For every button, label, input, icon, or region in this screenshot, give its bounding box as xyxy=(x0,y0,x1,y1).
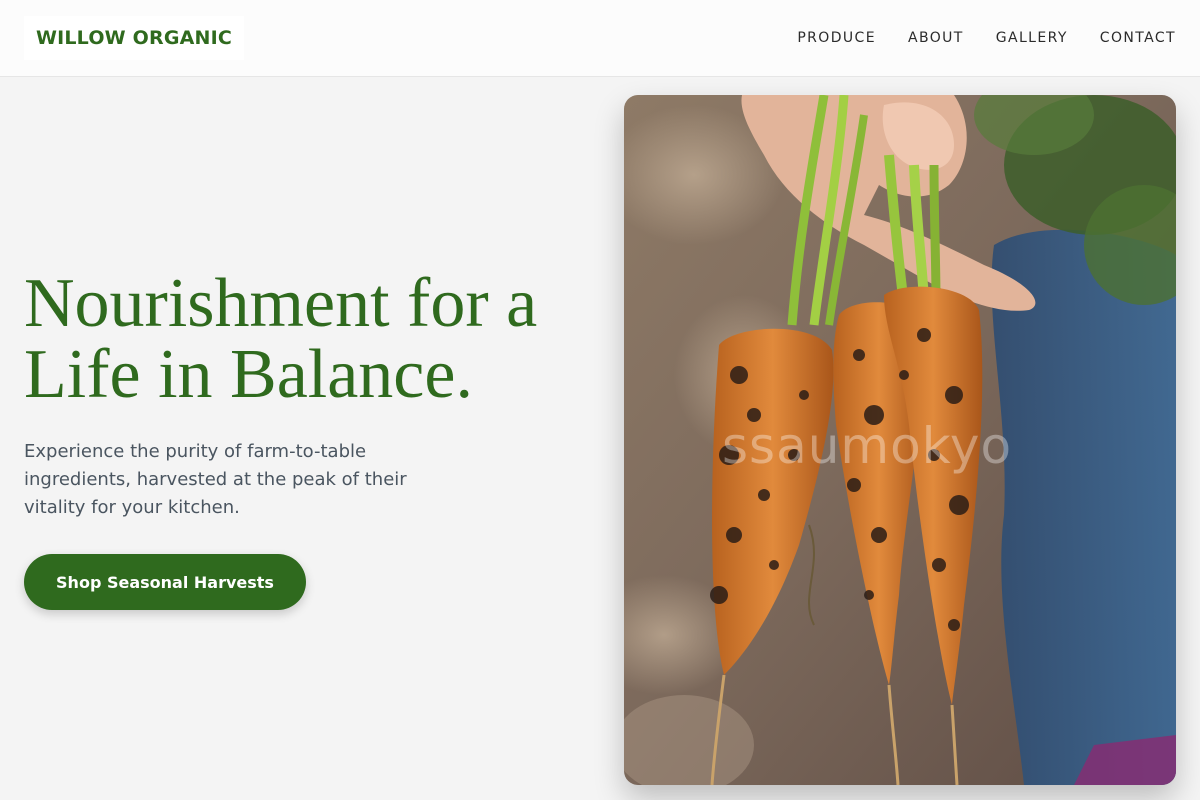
nav-link-gallery[interactable]: GALLERY xyxy=(996,30,1068,46)
hero-subtitle: Experience the purity of farm-to-table i… xyxy=(24,441,407,518)
hero-title: Nourishment for a Life in Balance. xyxy=(24,268,604,410)
logo-text: WILLOW ORGANIC xyxy=(35,27,233,49)
site-header: WILLOW ORGANIC PRODUCE ABOUT GALLERY CON… xyxy=(0,0,1200,77)
hero-image-carrots: ssaumokyo xyxy=(624,95,1176,785)
image-watermark: ssaumokyo xyxy=(722,417,1013,475)
shop-seasonal-harvests-button[interactable]: Shop Seasonal Harvests xyxy=(24,554,306,610)
hero-title-line-2: Life in Balance. xyxy=(24,336,473,413)
hero-title-line-1: Nourishment for a xyxy=(24,265,538,342)
logo[interactable]: WILLOW ORGANIC xyxy=(24,16,244,60)
nav-link-produce[interactable]: PRODUCE xyxy=(797,30,876,46)
nav-link-about[interactable]: ABOUT xyxy=(908,30,964,46)
nav-link-contact[interactable]: CONTACT xyxy=(1100,30,1176,46)
main-nav: PRODUCE ABOUT GALLERY CONTACT xyxy=(797,0,1176,76)
